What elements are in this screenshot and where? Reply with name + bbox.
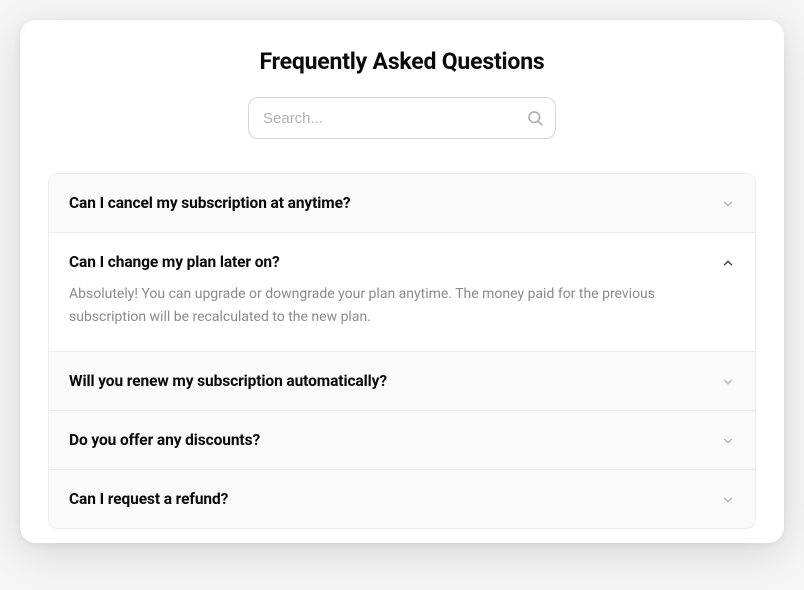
faq-toggle[interactable]: Do you offer any discounts? (49, 411, 755, 469)
faq-answer: Absolutely! You can upgrade or downgrade… (69, 283, 735, 329)
faq-accordion: Can I cancel my subscription at anytime?… (48, 173, 756, 529)
faq-toggle[interactable]: Can I cancel my subscription at anytime? (49, 174, 755, 232)
faq-toggle[interactable]: Can I change my plan later on? (49, 233, 755, 283)
faq-card: Frequently Asked Questions Can I cancel … (20, 20, 784, 543)
search-input[interactable] (248, 97, 556, 139)
faq-question: Can I cancel my subscription at anytime? (69, 194, 350, 212)
chevron-down-icon (721, 492, 735, 506)
faq-question: Can I request a refund? (69, 490, 228, 508)
faq-item: Can I change my plan later on? Absolutel… (49, 233, 755, 352)
search-box (248, 97, 556, 139)
search-container (48, 97, 756, 139)
faq-item: Can I cancel my subscription at anytime? (49, 174, 755, 233)
chevron-up-icon (721, 255, 735, 269)
chevron-down-icon (721, 374, 735, 388)
chevron-down-icon (721, 433, 735, 447)
faq-item: Do you offer any discounts? (49, 411, 755, 470)
faq-item: Can I request a refund? (49, 470, 755, 528)
faq-question: Will you renew my subscription automatic… (69, 372, 387, 390)
page-title: Frequently Asked Questions (48, 48, 756, 75)
faq-question: Can I change my plan later on? (69, 253, 280, 271)
faq-toggle[interactable]: Can I request a refund? (49, 470, 755, 528)
faq-item: Will you renew my subscription automatic… (49, 352, 755, 411)
faq-body: Absolutely! You can upgrade or downgrade… (49, 283, 755, 351)
chevron-down-icon (721, 196, 735, 210)
faq-toggle[interactable]: Will you renew my subscription automatic… (49, 352, 755, 410)
faq-question: Do you offer any discounts? (69, 431, 260, 449)
